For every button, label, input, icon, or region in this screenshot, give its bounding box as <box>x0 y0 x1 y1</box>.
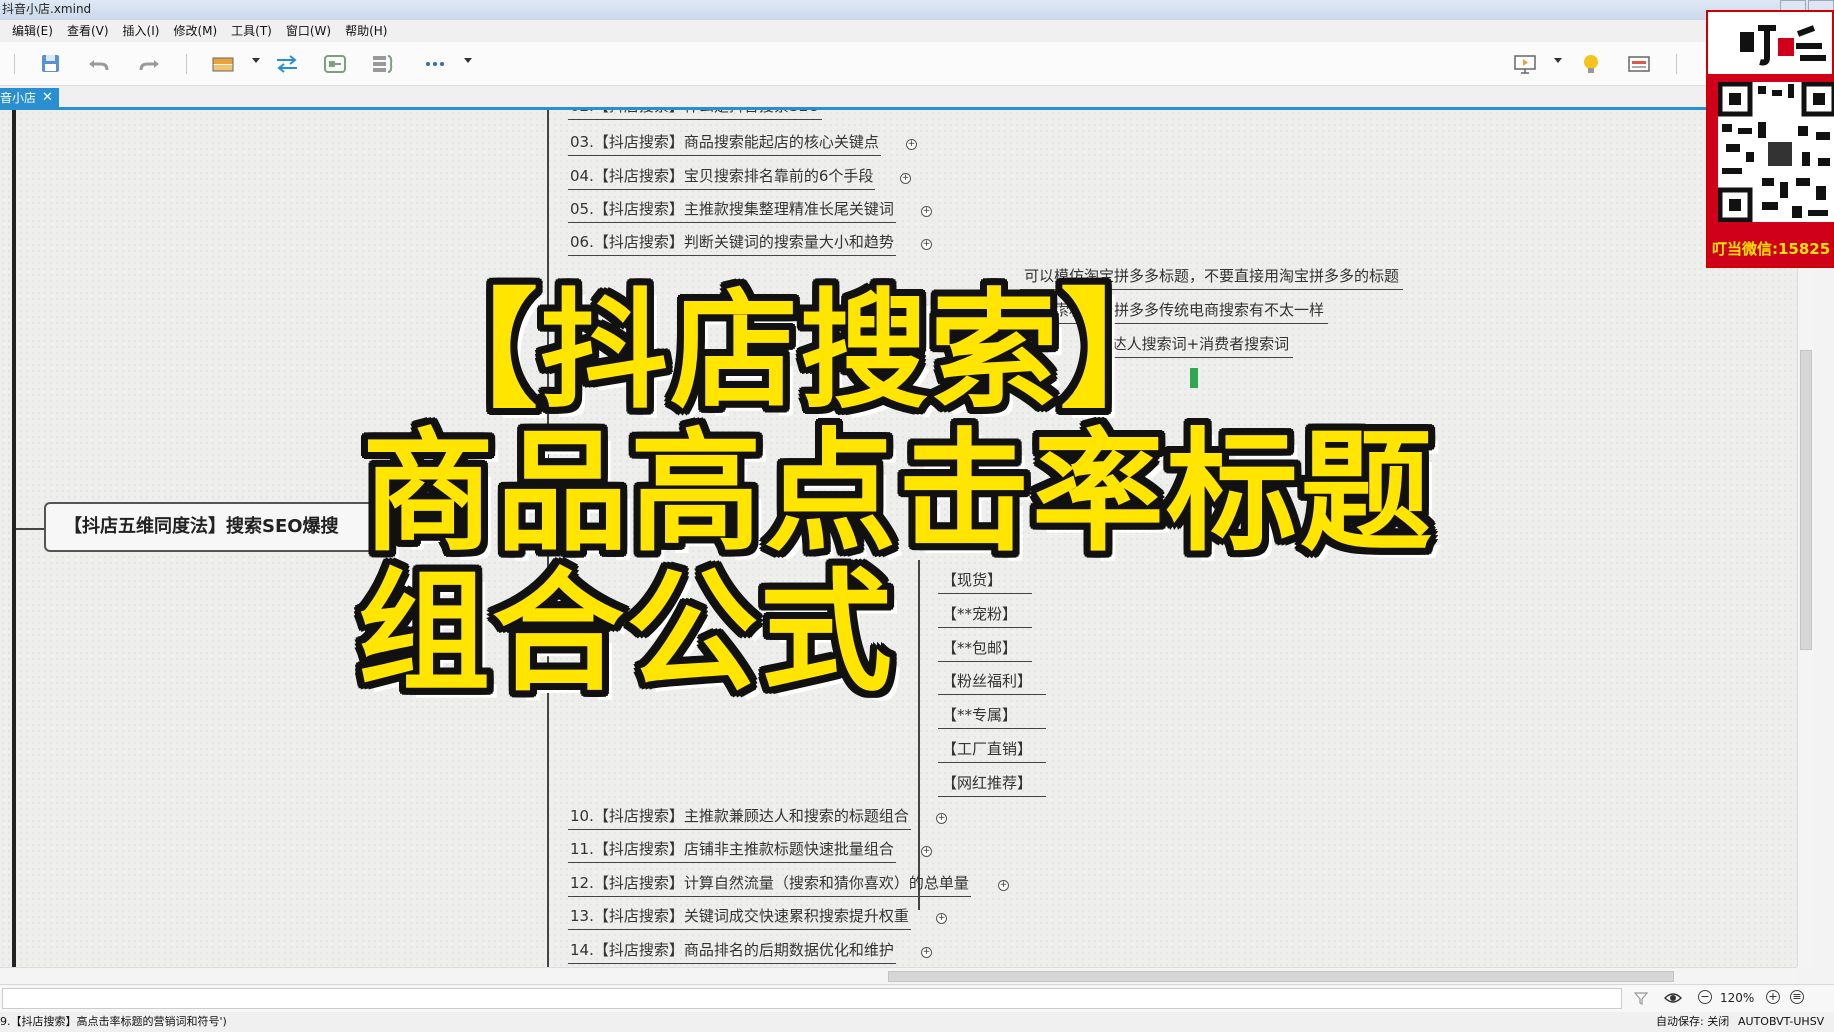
overlay-title-line1: 【抖店搜索】 <box>410 277 1191 426</box>
menu-modify[interactable]: 修改(M) <box>166 20 224 42</box>
subitem[interactable]: 【**专属】 <box>938 705 1046 729</box>
editor-tabstrip: 音小店 ✕ <box>0 86 1834 110</box>
zoom-in-icon[interactable]: + <box>1766 990 1780 1004</box>
topic-11[interactable]: 11.【抖店搜索】店铺非主推款标题快速批量组合 <box>568 839 896 863</box>
status-bar: 9.【抖店搜索】高点击率标题的营销词和符号') 自动保存: 关闭 AUTOBVT… <box>0 1012 1834 1032</box>
connector-line <box>16 528 44 530</box>
subitem[interactable]: 【**包邮】 <box>938 638 1032 662</box>
subitem[interactable]: 【网红推荐】 <box>938 773 1046 797</box>
topic-06[interactable]: 06.【抖店搜索】判断关键词的搜索量大小和趋势 <box>568 232 896 256</box>
qr-code-icon <box>1717 81 1834 223</box>
toolbar <box>0 42 1834 86</box>
filter-input[interactable] <box>2 988 1622 1009</box>
expand-icon[interactable]: + <box>936 913 947 924</box>
horizontal-scrollbar[interactable] <box>0 967 1797 984</box>
overlay-title-line2: 商品高点击率标题 <box>362 416 1434 570</box>
expand-icon[interactable]: + <box>936 813 947 824</box>
more-dropdown-icon[interactable] <box>464 58 472 63</box>
subitem[interactable]: 【现货】 <box>938 570 1032 594</box>
tab-label: 音小店 <box>0 91 37 105</box>
overlay-title-line3: 组合公式 <box>358 556 894 710</box>
main-branch-line <box>12 110 16 967</box>
toolbar-separator <box>1676 54 1677 74</box>
topic-10[interactable]: 10.【抖店搜索】主推款兼顾达人和搜索的标题组合 <box>568 806 911 830</box>
redo-icon[interactable] <box>136 52 162 76</box>
expand-icon[interactable]: + <box>900 173 911 184</box>
presentation-icon[interactable] <box>1512 52 1538 76</box>
subitem[interactable]: 【**宠粉】 <box>938 604 1032 628</box>
central-topic[interactable]: 【抖店五维同度法】搜索SEO爆搜 <box>44 502 374 552</box>
presentation-dropdown-icon[interactable] <box>1554 58 1562 63</box>
expand-icon[interactable]: + <box>921 947 932 958</box>
zoom-menu-icon[interactable]: ≡ <box>1790 990 1804 1004</box>
relationship-icon[interactable] <box>274 52 300 76</box>
branch-line <box>918 560 920 910</box>
topic-05[interactable]: 05.【抖店搜索】主推款搜集整理精准长尾关键词 <box>568 199 896 223</box>
toolbar-separator <box>186 54 187 74</box>
menu-tools[interactable]: 工具(T) <box>224 20 279 42</box>
bottom-bar: − 120% + ≡ <box>0 984 1834 1012</box>
promo-badge: 叮当微信:15825 <box>1706 10 1834 268</box>
close-icon[interactable]: ✕ <box>42 88 53 108</box>
title-bar: 抖音小店.xmind <box>0 0 1834 20</box>
expand-icon[interactable]: + <box>921 239 932 250</box>
layout-icon[interactable] <box>1626 52 1652 76</box>
expand-icon[interactable]: + <box>998 880 1009 891</box>
xmind-window: 抖音小店.xmind 编辑(E) 查看(V) 插入(I) 修改(M) 工具(T)… <box>0 0 1834 1032</box>
save-icon[interactable] <box>38 52 64 76</box>
subitem[interactable]: 【粉丝福利】 <box>938 671 1046 695</box>
expand-icon[interactable]: + <box>921 846 932 857</box>
toolbar-separator <box>14 54 15 74</box>
summary-icon[interactable] <box>370 52 396 76</box>
undo-icon[interactable] <box>86 52 112 76</box>
autosave-status: 自动保存: 关闭 <box>1656 1015 1730 1028</box>
eye-icon[interactable] <box>1664 990 1682 1004</box>
subitem[interactable]: 【工厂直销】 <box>938 739 1046 763</box>
boundary-icon[interactable] <box>322 52 348 76</box>
badge-contact-text: 叮当微信:15825 <box>1712 240 1831 258</box>
idea-icon[interactable] <box>1578 52 1604 76</box>
user-status: AUTOBVT-UHSV <box>1738 1015 1825 1028</box>
topic-04[interactable]: 04.【抖店搜索】宝贝搜索排名靠前的6个手段 <box>568 166 876 190</box>
tab-document[interactable]: 音小店 ✕ <box>0 88 59 108</box>
horizontal-scroll-thumb[interactable] <box>888 971 1674 982</box>
filter-icon[interactable] <box>1633 990 1649 1005</box>
menu-insert[interactable]: 插入(I) <box>116 20 167 42</box>
topic-12[interactable]: 12.【抖店搜索】计算自然流量（搜索和猜你喜欢）的总单量 <box>568 873 971 897</box>
menu-view[interactable]: 查看(V) <box>60 20 116 42</box>
topic-14[interactable]: 14.【抖店搜索】商品排名的后期数据优化和维护 <box>568 940 896 964</box>
marker-icon <box>1190 368 1198 388</box>
more-icon[interactable] <box>422 52 448 76</box>
topic-icon[interactable] <box>210 52 236 76</box>
status-text: 9.【抖店搜索】高点击率标题的营销词和符号') <box>0 1015 227 1028</box>
menu-edit[interactable]: 编辑(E) <box>0 20 60 42</box>
topic-02[interactable]: 02.【抖店搜索】什么是抖音搜索SEO <box>568 110 822 120</box>
menu-window[interactable]: 窗口(W) <box>279 20 338 42</box>
menu-help[interactable]: 帮助(H) <box>338 20 394 42</box>
zoom-level: 120% <box>1720 991 1755 1005</box>
menu-bar: 编辑(E) 查看(V) 插入(I) 修改(M) 工具(T) 窗口(W) 帮助(H… <box>0 20 1834 42</box>
expand-icon[interactable]: + <box>921 206 932 217</box>
brand-logo <box>1710 14 1832 74</box>
window-title: 抖音小店.xmind <box>2 2 92 16</box>
qr-panel: 叮当微信:15825 <box>1708 74 1834 266</box>
vertical-scroll-thumb[interactable] <box>1800 350 1812 650</box>
topic-dropdown-icon[interactable] <box>252 58 260 63</box>
topic-13[interactable]: 13.【抖店搜索】关键词成交快速累积搜索提升权重 <box>568 906 911 930</box>
zoom-out-icon[interactable]: − <box>1698 990 1712 1004</box>
topic-03[interactable]: 03.【抖店搜索】商品搜索能起店的核心关键点 <box>568 132 881 156</box>
expand-icon[interactable]: + <box>906 139 917 150</box>
